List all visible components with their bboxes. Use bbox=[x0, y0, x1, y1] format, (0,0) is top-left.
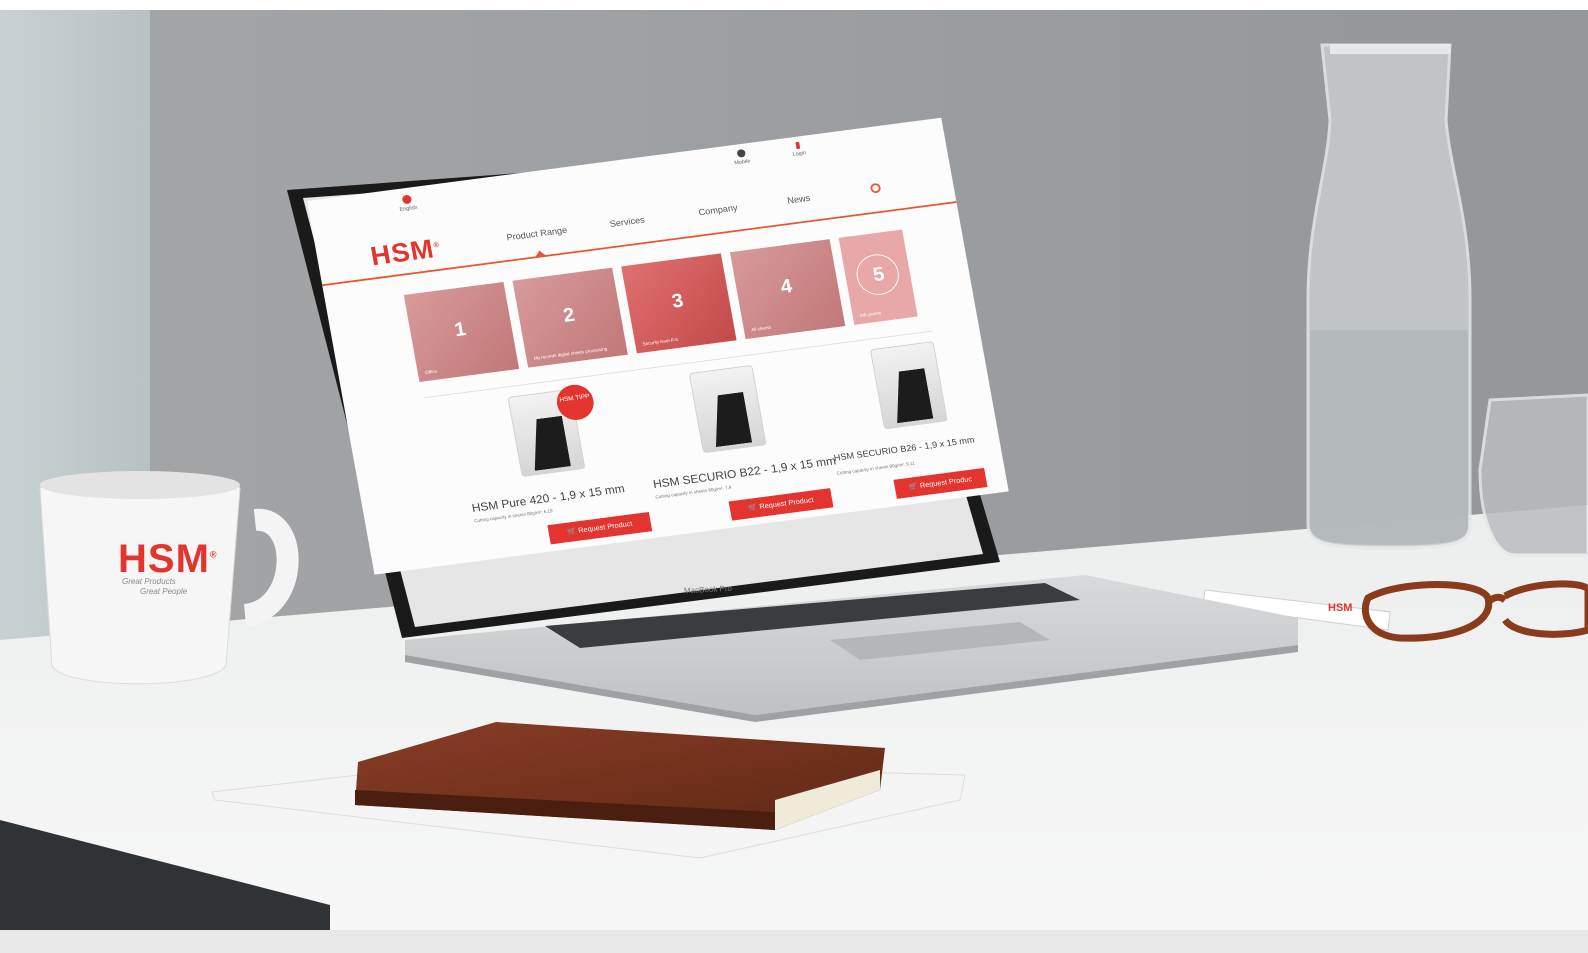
product-description: Cutting capacity in sheets 80g/m²: 9,11 bbox=[836, 461, 916, 477]
drinking-glass bbox=[1478, 393, 1588, 557]
language-label: English bbox=[399, 205, 419, 213]
nav-news[interactable]: News bbox=[787, 194, 811, 207]
category-number: 4 bbox=[778, 274, 794, 298]
category-tile-5[interactable]: 5 Info points bbox=[838, 229, 918, 325]
category-tile-2[interactable]: 2 My records digital sheets processing bbox=[512, 267, 628, 368]
category-caption: Office bbox=[424, 369, 438, 376]
hsm-logo[interactable]: HSM® bbox=[368, 234, 443, 273]
search-icon[interactable] bbox=[869, 182, 882, 194]
slogan-line-1: Great Products bbox=[122, 577, 176, 586]
product-title[interactable]: HSM SECURIO B22 - 1,9 x 15 mm bbox=[652, 454, 837, 491]
category-tile-1[interactable]: 1 Office bbox=[403, 281, 520, 382]
mobile-link[interactable]: Mobile bbox=[717, 146, 765, 168]
nav-company[interactable]: Company bbox=[698, 203, 739, 218]
category-caption: My records digital sheets processing bbox=[533, 346, 608, 362]
user-icon bbox=[795, 141, 801, 150]
request-product-button[interactable]: 🛒 Request Produc bbox=[893, 467, 988, 499]
mug-hsm-logo: HSM® bbox=[118, 537, 218, 581]
category-caption: All sheets bbox=[750, 325, 772, 333]
mug-slogan: Great Products Great People bbox=[122, 577, 187, 597]
category-caption: Security level P-5 bbox=[642, 337, 679, 348]
language-selector[interactable]: English bbox=[379, 192, 436, 216]
category-caption: Info points bbox=[859, 310, 882, 319]
slogan-line-2: Great People bbox=[140, 587, 188, 596]
mobile-label: Mobile bbox=[733, 158, 751, 167]
nav-services[interactable]: Services bbox=[609, 215, 645, 229]
category-number: 1 bbox=[452, 317, 468, 341]
category-number: 3 bbox=[670, 288, 686, 313]
shredder-image[interactable] bbox=[688, 364, 767, 454]
category-tile-3[interactable]: 3 Security level P-5 bbox=[621, 253, 737, 354]
floor bbox=[0, 930, 1588, 953]
request-product-button[interactable]: 🛒 Request Product bbox=[547, 511, 653, 545]
top-border bbox=[0, 0, 1588, 10]
pen-hsm-logo: HSM bbox=[1328, 602, 1353, 614]
flag-icon bbox=[401, 194, 413, 205]
category-tile-4[interactable]: 4 All sheets bbox=[729, 239, 846, 340]
request-product-button[interactable]: 🛒 Request Product bbox=[728, 488, 834, 521]
login-label: Login bbox=[792, 150, 807, 158]
login-link[interactable]: Login bbox=[775, 139, 823, 160]
mobile-icon bbox=[736, 148, 746, 158]
shredder-image[interactable] bbox=[869, 341, 948, 430]
product-title[interactable]: HSM SECURIO B26 - 1,9 x 15 mm bbox=[833, 435, 975, 463]
category-number: 2 bbox=[561, 303, 577, 327]
nav-product-range[interactable]: Product Range bbox=[506, 226, 568, 243]
product-card-securio-b26: HSM SECURIO B26 - 1,9 x 15 mm Cutting ca… bbox=[816, 332, 1009, 513]
water-carafe bbox=[1306, 43, 1472, 550]
